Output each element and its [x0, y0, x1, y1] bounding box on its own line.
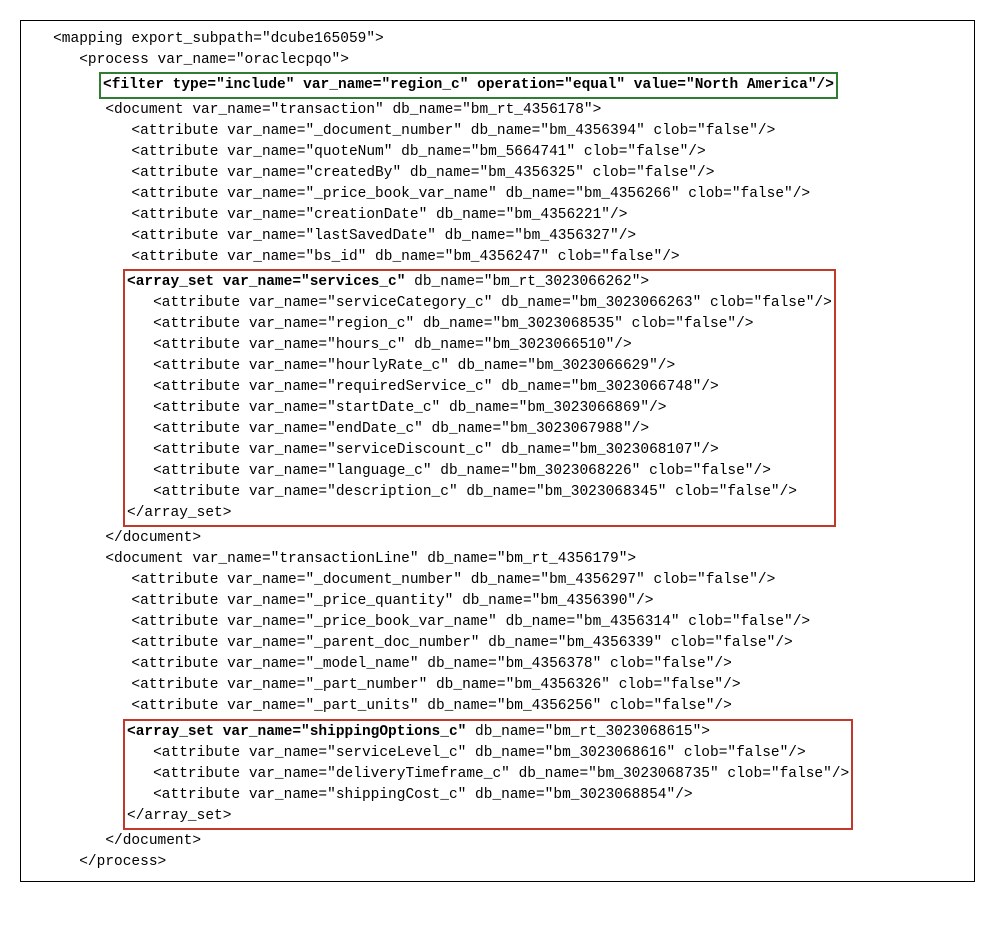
- line-attr-enddate: <attribute var_name="endDate_c" db_name=…: [127, 419, 832, 440]
- line-attr-hourlyrate: <attribute var_name="hourlyRate_c" db_na…: [127, 356, 832, 377]
- line-attr-requiredservice: <attribute var_name="requiredService_c" …: [127, 377, 832, 398]
- line-attr-quotenum: <attribute var_name="quoteNum" db_name="…: [27, 142, 968, 163]
- line-attr-part-units: <attribute var_name="_part_units" db_nam…: [27, 696, 968, 717]
- line-attr-hours: <attribute var_name="hours_c" db_name="b…: [127, 335, 832, 356]
- line-attr-lastsaveddate: <attribute var_name="lastSavedDate" db_n…: [27, 226, 968, 247]
- line-attr-deliverytimeframe: <attribute var_name="deliveryTimeframe_c…: [127, 764, 849, 785]
- line-arrayset-services-open: <array_set var_name="services_c" db_name…: [127, 272, 832, 293]
- line-document-transactionline-open: <document var_name="transactionLine" db_…: [27, 549, 968, 570]
- line-attr-document-number: <attribute var_name="_document_number" d…: [27, 121, 968, 142]
- line-document-transaction-close: </document>: [27, 528, 968, 549]
- line-arrayset-shipping-open: <array_set var_name="shippingOptions_c" …: [127, 722, 849, 743]
- line-attr-servicediscount: <attribute var_name="serviceDiscount_c" …: [127, 440, 832, 461]
- array-set-services-box: <array_set var_name="services_c" db_name…: [123, 269, 836, 527]
- line-attr-language: <attribute var_name="language_c" db_name…: [127, 461, 832, 482]
- line-attr-price-book-var-name: <attribute var_name="_price_book_var_nam…: [27, 184, 968, 205]
- line-attr-region: <attribute var_name="region_c" db_name="…: [127, 314, 832, 335]
- line-attr-part-number: <attribute var_name="_part_number" db_na…: [27, 675, 968, 696]
- line-process-close: </process>: [27, 852, 968, 873]
- line-arrayset-shipping-close: </array_set>: [127, 806, 849, 827]
- line-attr-model-name: <attribute var_name="_model_name" db_nam…: [27, 654, 968, 675]
- line-attr-price-book-var-name-2: <attribute var_name="_price_book_var_nam…: [27, 612, 968, 633]
- line-document-transactionline-close: </document>: [27, 831, 968, 852]
- line-attr-bs-id: <attribute var_name="bs_id" db_name="bm_…: [27, 247, 968, 268]
- line-process-open: <process var_name="oraclecpqo">: [27, 50, 968, 71]
- line-filter: <filter type="include" var_name="region_…: [103, 75, 834, 96]
- line-attr-servicelevel: <attribute var_name="serviceLevel_c" db_…: [127, 743, 849, 764]
- filter-highlight-box: <filter type="include" var_name="region_…: [99, 72, 838, 99]
- line-attr-price-quantity: <attribute var_name="_price_quantity" db…: [27, 591, 968, 612]
- line-attr-shippingcost: <attribute var_name="shippingCost_c" db_…: [127, 785, 849, 806]
- line-attr-parent-doc-number: <attribute var_name="_parent_doc_number"…: [27, 633, 968, 654]
- array-set-shipping-box: <array_set var_name="shippingOptions_c" …: [123, 719, 853, 830]
- line-mapping-open: <mapping export_subpath="dcube165059">: [27, 29, 968, 50]
- line-arrayset-services-close: </array_set>: [127, 503, 832, 524]
- line-attr-startdate: <attribute var_name="startDate_c" db_nam…: [127, 398, 832, 419]
- line-attr-creationdate: <attribute var_name="creationDate" db_na…: [27, 205, 968, 226]
- xml-code-block: <mapping export_subpath="dcube165059"> <…: [20, 20, 975, 882]
- line-document-transaction-open: <document var_name="transaction" db_name…: [27, 100, 968, 121]
- line-attr-servicecategory: <attribute var_name="serviceCategory_c" …: [127, 293, 832, 314]
- line-attr-description: <attribute var_name="description_c" db_n…: [127, 482, 832, 503]
- line-attr-document-number-2: <attribute var_name="_document_number" d…: [27, 570, 968, 591]
- line-attr-createdby: <attribute var_name="createdBy" db_name=…: [27, 163, 968, 184]
